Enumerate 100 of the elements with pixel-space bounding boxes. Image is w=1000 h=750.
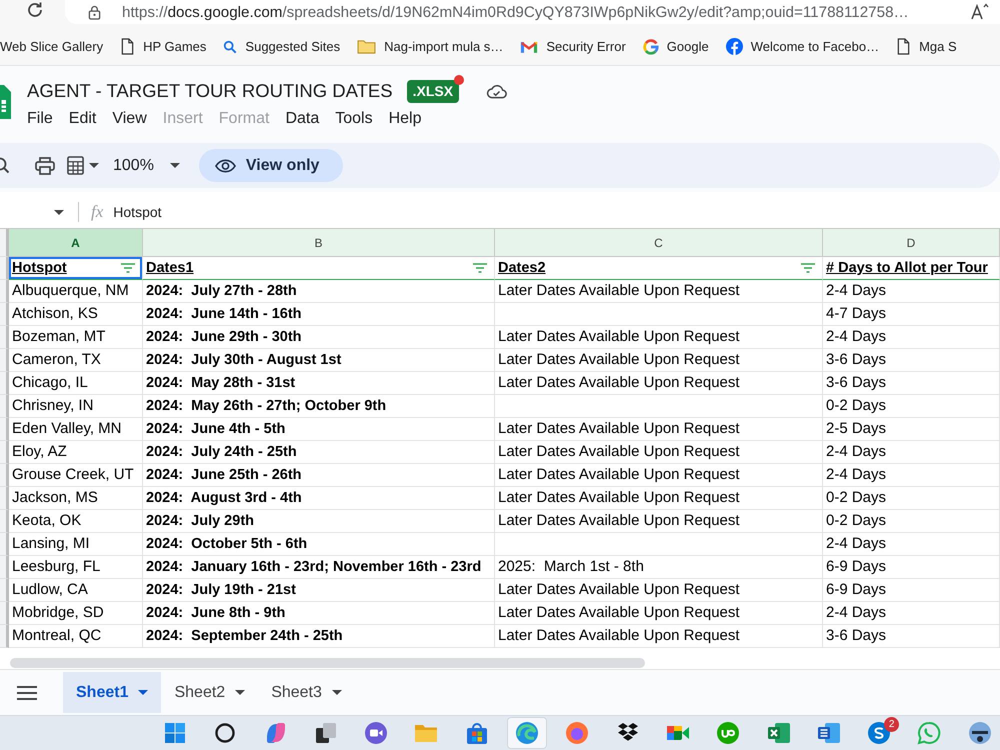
table-cell: 3-6 Days (823, 372, 1000, 395)
sheet-tab[interactable]: Sheet2 (161, 672, 258, 713)
reload-icon[interactable] (25, 0, 45, 20)
row-header[interactable] (0, 280, 9, 303)
row-header[interactable] (0, 625, 9, 648)
bookmark-link[interactable]: HP Games (120, 38, 206, 55)
menu-item[interactable]: View (112, 109, 147, 129)
column-title: Dates2 (498, 259, 546, 278)
table-cell: 2024: June 4th - 5th (143, 418, 495, 441)
table-cell: 2024: July 29th (143, 510, 495, 533)
cloud-check-icon[interactable] (486, 84, 508, 98)
column-header[interactable]: A (9, 229, 143, 257)
address-bar[interactable]: https://docs.google.com/spreadsheets/d/19N62mN4im0Rd9CyQY873IWp6pNikGw2y/edit?amp;ouid=11788112758… (65, 0, 1000, 24)
table-cell: Later Dates Available Upon Request (495, 418, 823, 441)
table-cell: Later Dates Available Upon Request (495, 349, 823, 372)
row-header[interactable] (0, 229, 9, 257)
caret-icon[interactable] (89, 163, 99, 168)
facebook-logo-icon (726, 38, 743, 55)
formula-input[interactable]: Hotspot (113, 202, 162, 222)
table-cell: 3-6 Days (823, 625, 1000, 648)
row-header[interactable] (0, 487, 9, 510)
print-icon[interactable] (35, 156, 55, 174)
header-cell[interactable]: Dates1 (143, 257, 495, 280)
view-mode-button[interactable]: View only (198, 149, 344, 182)
sheet-tab[interactable]: Sheet3 (258, 672, 355, 713)
row-header[interactable] (0, 349, 9, 372)
row-header[interactable] (0, 579, 9, 602)
bookmark-link[interactable]: Welcome to Facebo… (726, 38, 880, 55)
row-header[interactable] (0, 418, 9, 441)
g-logo-icon (642, 38, 659, 54)
table-cell: Jackson, MS (9, 487, 143, 510)
bookmark-link[interactable]: Nag-import mula s… (357, 39, 504, 54)
table-cell: 2025: March 1st - 8th (495, 556, 823, 579)
table-cell: Grouse Creek, UT (9, 464, 143, 487)
stacked-squares-icon (314, 721, 338, 745)
table-cell: Eden Valley, MN (9, 418, 143, 441)
row-header[interactable] (0, 326, 9, 349)
column-header[interactable]: C (495, 229, 823, 257)
table-cell: Later Dates Available Upon Request (495, 464, 823, 487)
table-cell: 2024: July 24th - 25th (143, 441, 495, 464)
row-header[interactable] (0, 510, 9, 533)
alert-dot-icon (454, 74, 464, 84)
table-cell: 2024: July 30th - August 1st (143, 349, 495, 372)
bookmark-link[interactable]: Security Error (520, 39, 626, 54)
table-cell: 2024: June 29th - 30th (143, 326, 495, 349)
header-cell[interactable]: # Days to Allot per Tour (823, 257, 1000, 280)
row-header[interactable] (0, 533, 9, 556)
search-icon[interactable] (0, 156, 9, 174)
table-cell: 2-4 Days (823, 280, 1000, 303)
table-cell: Ludlow, CA (9, 579, 143, 602)
menu-item[interactable]: File (27, 109, 53, 129)
scrollbar-thumb[interactable] (10, 658, 645, 668)
table-cell: Keota, OK (9, 510, 143, 533)
caret-icon (138, 690, 148, 695)
spreadsheet-logo-icon[interactable] (0, 85, 11, 119)
column-title: Hotspot (12, 259, 67, 278)
column-header[interactable]: B (143, 229, 495, 257)
filter-icon[interactable] (121, 263, 135, 273)
app-icon (968, 721, 992, 745)
notification-count: 2 (884, 717, 900, 732)
table-cell: Later Dates Available Upon Request (495, 280, 823, 303)
caret-icon[interactable] (54, 210, 64, 214)
row-header[interactable] (0, 395, 9, 418)
filter-icon[interactable] (801, 263, 815, 273)
row-header[interactable] (0, 556, 9, 579)
sheet-tab[interactable]: Sheet1 (63, 672, 162, 713)
spreadsheet-app-icon (766, 721, 791, 745)
row-header[interactable] (0, 257, 9, 280)
table-cell: 2024: August 3rd - 4th (143, 487, 495, 510)
bookmark-link[interactable]: Suggested Sites (223, 39, 340, 54)
row-header[interactable] (0, 372, 9, 395)
bookmark-link[interactable]: Web Slice Gallery (0, 39, 104, 54)
header-cell[interactable]: Dates2 (495, 257, 823, 280)
table-icon[interactable] (67, 156, 84, 175)
filter-icon[interactable] (473, 263, 487, 273)
header-cell[interactable]: Hotspot (9, 257, 143, 280)
read-aloud-icon[interactable] (970, 3, 990, 21)
fox-globe-icon (565, 721, 590, 745)
menu-item[interactable]: Edit (68, 109, 96, 129)
table-cell: Later Dates Available Upon Request (495, 602, 823, 625)
table-cell: Chrisney, IN (9, 395, 143, 418)
row-header[interactable] (0, 441, 9, 464)
column-header[interactable]: D (823, 229, 1000, 257)
table-cell: 2-4 Days (823, 441, 1000, 464)
table-cell: 0-2 Days (823, 487, 1000, 510)
bookmark-link[interactable]: Mga S (896, 38, 957, 55)
menu-item[interactable]: Data (285, 109, 320, 129)
table-cell: Chicago, IL (9, 372, 143, 395)
menu-item[interactable]: Help (388, 109, 422, 129)
row-header[interactable] (0, 303, 9, 326)
bookmark-link[interactable]: Google (642, 38, 709, 54)
row-header[interactable] (0, 464, 9, 487)
table-cell: Eloy, AZ (9, 441, 143, 464)
lock-icon[interactable] (88, 4, 101, 20)
menu-item[interactable]: Tools (335, 109, 373, 129)
document-title[interactable]: AGENT - TARGET TOUR ROUTING DATES (27, 80, 393, 102)
table-cell: 3-6 Days (823, 349, 1000, 372)
row-header[interactable] (0, 602, 9, 625)
taskbar-button[interactable]: 2 (859, 717, 900, 749)
zoom-select[interactable]: 100% (113, 150, 180, 180)
